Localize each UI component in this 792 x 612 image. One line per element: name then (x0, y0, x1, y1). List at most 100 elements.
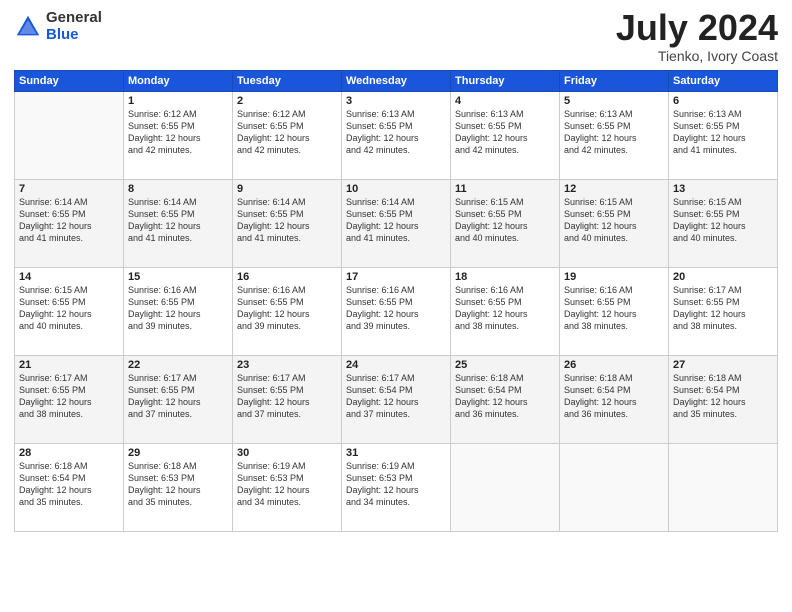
day-info: Sunrise: 6:19 AM Sunset: 6:53 PM Dayligh… (346, 460, 446, 509)
day-info: Sunrise: 6:13 AM Sunset: 6:55 PM Dayligh… (346, 108, 446, 157)
day-number: 19 (564, 271, 664, 283)
day-info: Sunrise: 6:15 AM Sunset: 6:55 PM Dayligh… (455, 196, 555, 245)
day-info: Sunrise: 6:13 AM Sunset: 6:55 PM Dayligh… (455, 108, 555, 157)
calendar-cell: 26Sunrise: 6:18 AM Sunset: 6:54 PM Dayli… (560, 356, 669, 444)
title-block: July 2024 Tienko, Ivory Coast (616, 10, 778, 64)
calendar-cell (15, 92, 124, 180)
calendar-week-row: 7Sunrise: 6:14 AM Sunset: 6:55 PM Daylig… (15, 180, 778, 268)
day-info: Sunrise: 6:13 AM Sunset: 6:55 PM Dayligh… (673, 108, 773, 157)
calendar-cell: 23Sunrise: 6:17 AM Sunset: 6:55 PM Dayli… (233, 356, 342, 444)
day-number: 12 (564, 183, 664, 195)
day-number: 13 (673, 183, 773, 195)
calendar-cell: 25Sunrise: 6:18 AM Sunset: 6:54 PM Dayli… (451, 356, 560, 444)
day-number: 16 (237, 271, 337, 283)
calendar-cell: 2Sunrise: 6:12 AM Sunset: 6:55 PM Daylig… (233, 92, 342, 180)
day-info: Sunrise: 6:14 AM Sunset: 6:55 PM Dayligh… (19, 196, 119, 245)
calendar-cell: 29Sunrise: 6:18 AM Sunset: 6:53 PM Dayli… (124, 444, 233, 532)
day-info: Sunrise: 6:18 AM Sunset: 6:54 PM Dayligh… (673, 372, 773, 421)
day-info: Sunrise: 6:13 AM Sunset: 6:55 PM Dayligh… (564, 108, 664, 157)
page: General Blue July 2024 Tienko, Ivory Coa… (0, 0, 792, 612)
weekday-header: Saturday (669, 71, 778, 92)
day-info: Sunrise: 6:16 AM Sunset: 6:55 PM Dayligh… (346, 284, 446, 333)
day-number: 7 (19, 183, 119, 195)
day-number: 18 (455, 271, 555, 283)
day-number: 9 (237, 183, 337, 195)
day-info: Sunrise: 6:17 AM Sunset: 6:55 PM Dayligh… (19, 372, 119, 421)
weekday-header: Tuesday (233, 71, 342, 92)
day-info: Sunrise: 6:16 AM Sunset: 6:55 PM Dayligh… (455, 284, 555, 333)
calendar-cell: 5Sunrise: 6:13 AM Sunset: 6:55 PM Daylig… (560, 92, 669, 180)
day-number: 27 (673, 359, 773, 371)
weekday-header: Friday (560, 71, 669, 92)
day-info: Sunrise: 6:15 AM Sunset: 6:55 PM Dayligh… (673, 196, 773, 245)
day-info: Sunrise: 6:15 AM Sunset: 6:55 PM Dayligh… (19, 284, 119, 333)
calendar-cell: 21Sunrise: 6:17 AM Sunset: 6:55 PM Dayli… (15, 356, 124, 444)
calendar-cell: 4Sunrise: 6:13 AM Sunset: 6:55 PM Daylig… (451, 92, 560, 180)
day-number: 25 (455, 359, 555, 371)
calendar-cell: 30Sunrise: 6:19 AM Sunset: 6:53 PM Dayli… (233, 444, 342, 532)
day-number: 28 (19, 447, 119, 459)
day-info: Sunrise: 6:14 AM Sunset: 6:55 PM Dayligh… (346, 196, 446, 245)
calendar-week-row: 14Sunrise: 6:15 AM Sunset: 6:55 PM Dayli… (15, 268, 778, 356)
weekday-header: Monday (124, 71, 233, 92)
calendar-cell: 10Sunrise: 6:14 AM Sunset: 6:55 PM Dayli… (342, 180, 451, 268)
day-number: 26 (564, 359, 664, 371)
logo: General Blue (14, 10, 102, 43)
weekday-header: Sunday (15, 71, 124, 92)
day-info: Sunrise: 6:16 AM Sunset: 6:55 PM Dayligh… (564, 284, 664, 333)
day-info: Sunrise: 6:18 AM Sunset: 6:54 PM Dayligh… (455, 372, 555, 421)
day-info: Sunrise: 6:17 AM Sunset: 6:55 PM Dayligh… (237, 372, 337, 421)
calendar-cell: 15Sunrise: 6:16 AM Sunset: 6:55 PM Dayli… (124, 268, 233, 356)
calendar-cell: 17Sunrise: 6:16 AM Sunset: 6:55 PM Dayli… (342, 268, 451, 356)
calendar-cell (669, 444, 778, 532)
day-info: Sunrise: 6:17 AM Sunset: 6:55 PM Dayligh… (128, 372, 228, 421)
day-number: 31 (346, 447, 446, 459)
calendar-cell: 18Sunrise: 6:16 AM Sunset: 6:55 PM Dayli… (451, 268, 560, 356)
calendar-cell: 12Sunrise: 6:15 AM Sunset: 6:55 PM Dayli… (560, 180, 669, 268)
weekday-header: Wednesday (342, 71, 451, 92)
day-number: 10 (346, 183, 446, 195)
calendar-cell: 11Sunrise: 6:15 AM Sunset: 6:55 PM Dayli… (451, 180, 560, 268)
day-info: Sunrise: 6:14 AM Sunset: 6:55 PM Dayligh… (128, 196, 228, 245)
day-info: Sunrise: 6:14 AM Sunset: 6:55 PM Dayligh… (237, 196, 337, 245)
day-number: 20 (673, 271, 773, 283)
day-number: 5 (564, 95, 664, 107)
day-number: 23 (237, 359, 337, 371)
calendar-cell: 14Sunrise: 6:15 AM Sunset: 6:55 PM Dayli… (15, 268, 124, 356)
day-info: Sunrise: 6:18 AM Sunset: 6:53 PM Dayligh… (128, 460, 228, 509)
day-number: 3 (346, 95, 446, 107)
day-number: 21 (19, 359, 119, 371)
day-number: 14 (19, 271, 119, 283)
day-number: 24 (346, 359, 446, 371)
logo-text: General Blue (46, 10, 102, 43)
header: General Blue July 2024 Tienko, Ivory Coa… (14, 10, 778, 64)
title-location: Tienko, Ivory Coast (616, 48, 778, 64)
calendar-cell: 7Sunrise: 6:14 AM Sunset: 6:55 PM Daylig… (15, 180, 124, 268)
calendar: SundayMondayTuesdayWednesdayThursdayFrid… (14, 70, 778, 532)
calendar-cell: 13Sunrise: 6:15 AM Sunset: 6:55 PM Dayli… (669, 180, 778, 268)
calendar-cell: 6Sunrise: 6:13 AM Sunset: 6:55 PM Daylig… (669, 92, 778, 180)
day-number: 29 (128, 447, 228, 459)
logo-icon (14, 13, 42, 41)
day-info: Sunrise: 6:12 AM Sunset: 6:55 PM Dayligh… (128, 108, 228, 157)
logo-blue: Blue (46, 27, 102, 44)
calendar-cell: 22Sunrise: 6:17 AM Sunset: 6:55 PM Dayli… (124, 356, 233, 444)
calendar-week-row: 21Sunrise: 6:17 AM Sunset: 6:55 PM Dayli… (15, 356, 778, 444)
day-number: 8 (128, 183, 228, 195)
calendar-cell (560, 444, 669, 532)
day-info: Sunrise: 6:18 AM Sunset: 6:54 PM Dayligh… (19, 460, 119, 509)
calendar-cell: 3Sunrise: 6:13 AM Sunset: 6:55 PM Daylig… (342, 92, 451, 180)
day-number: 4 (455, 95, 555, 107)
day-number: 2 (237, 95, 337, 107)
calendar-cell: 19Sunrise: 6:16 AM Sunset: 6:55 PM Dayli… (560, 268, 669, 356)
day-info: Sunrise: 6:19 AM Sunset: 6:53 PM Dayligh… (237, 460, 337, 509)
calendar-cell: 31Sunrise: 6:19 AM Sunset: 6:53 PM Dayli… (342, 444, 451, 532)
calendar-cell: 8Sunrise: 6:14 AM Sunset: 6:55 PM Daylig… (124, 180, 233, 268)
day-number: 17 (346, 271, 446, 283)
calendar-cell (451, 444, 560, 532)
calendar-cell: 24Sunrise: 6:17 AM Sunset: 6:54 PM Dayli… (342, 356, 451, 444)
day-info: Sunrise: 6:18 AM Sunset: 6:54 PM Dayligh… (564, 372, 664, 421)
day-number: 1 (128, 95, 228, 107)
weekday-header: Thursday (451, 71, 560, 92)
day-number: 6 (673, 95, 773, 107)
